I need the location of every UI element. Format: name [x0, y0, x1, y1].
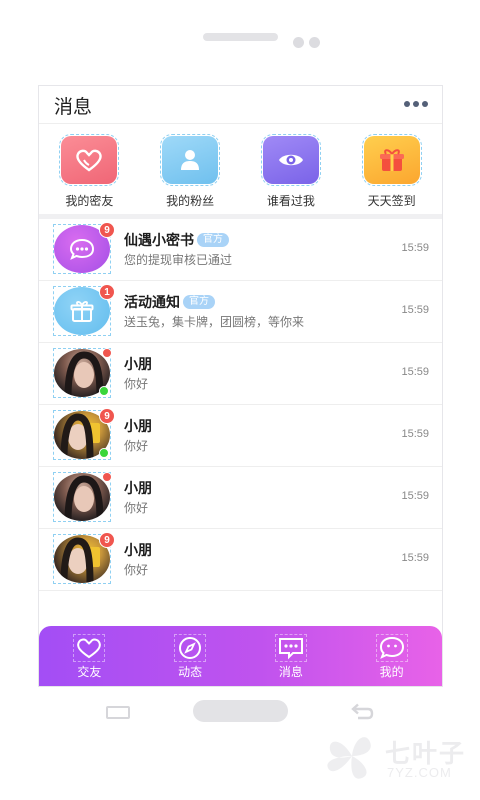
avatar: 9 [53, 532, 115, 584]
unread-badge: 9 [99, 222, 115, 238]
message-time: 15:59 [401, 366, 429, 378]
message-row[interactable]: 小朋 你好 15:59 [39, 343, 442, 405]
unread-badge: 9 [99, 408, 115, 424]
tab-moments[interactable]: 动态 [140, 626, 241, 686]
message-row[interactable]: 9 小朋 你好 15:59 [39, 529, 442, 591]
unread-dot [102, 348, 112, 358]
recent-apps-button[interactable] [106, 706, 130, 719]
chat-bubble-icon [274, 634, 307, 662]
person-icon [160, 134, 221, 186]
message-preview: 你好 [124, 501, 149, 515]
smile-bubble-icon [375, 634, 408, 662]
app-screen: 消息 我的密友 我的粉丝 谁看过我 天天签到 9 仙遇小密书 官方 您的提现审核… [38, 85, 443, 687]
phone-speaker [203, 33, 278, 41]
message-time: 15:59 [401, 304, 429, 316]
user-photo [54, 473, 110, 521]
message-preview: 你好 [124, 563, 149, 577]
tab-make-friends[interactable]: 交友 [39, 626, 140, 686]
tab-messages[interactable]: 消息 [241, 626, 342, 686]
message-preview: 您的提现审核已通过 [124, 253, 233, 267]
official-tag: 官方 [183, 295, 215, 309]
message-time: 15:59 [401, 490, 429, 502]
message-time: 15:59 [401, 242, 429, 254]
official-tag: 官方 [197, 233, 229, 247]
contact-name: 活动通知 官方 [124, 292, 215, 312]
quick-action-label: 我的粉丝 [166, 194, 215, 208]
watermark-url: 7YZ.COM [387, 765, 452, 780]
tab-profile[interactable]: 我的 [341, 626, 442, 686]
message-row[interactable]: 9 仙遇小密书 官方 您的提现审核已通过 15:59 [39, 219, 442, 281]
quick-action-label: 我的密友 [65, 194, 114, 208]
home-button[interactable] [193, 700, 288, 722]
phone-sensor [309, 37, 320, 48]
contact-name: 小朋 [124, 356, 152, 372]
quick-action-daily-checkin[interactable]: 天天签到 [341, 124, 442, 214]
contact-name: 小朋 [124, 480, 152, 496]
online-indicator [99, 386, 109, 396]
tab-label: 消息 [278, 665, 303, 679]
page-title: 消息 [54, 97, 93, 118]
back-arrow-icon[interactable] [349, 703, 375, 721]
quick-actions: 我的密友 我的粉丝 谁看过我 天天签到 [39, 124, 442, 214]
unread-dot [102, 472, 112, 482]
gift-box-icon [361, 134, 422, 186]
avatar [53, 472, 112, 522]
avatar: 9 [53, 408, 115, 460]
avatar: 1 [53, 284, 115, 336]
online-indicator [99, 448, 109, 458]
tab-label: 我的 [379, 665, 404, 679]
quick-action-close-friends[interactable]: 我的密友 [39, 124, 140, 214]
tab-label: 交友 [77, 665, 102, 679]
unread-badge: 1 [99, 284, 115, 300]
message-preview: 送玉兔，集卡牌，团圆榜，等你来 [124, 315, 305, 329]
heart-icon [59, 134, 120, 186]
contact-name: 小朋 [124, 418, 152, 434]
avatar [53, 348, 112, 398]
contact-name: 小朋 [124, 542, 152, 558]
message-preview: 你好 [124, 439, 149, 453]
unread-badge: 9 [99, 532, 115, 548]
phone-camera [293, 37, 304, 48]
message-time: 15:59 [401, 428, 429, 440]
message-row[interactable]: 9 小朋 你好 15:59 [39, 405, 442, 467]
quick-action-label: 谁看过我 [266, 194, 315, 208]
avatar: 9 [53, 222, 115, 274]
quick-action-label: 天天签到 [367, 194, 416, 208]
contact-name: 仙遇小密书 官方 [124, 230, 229, 250]
message-row[interactable]: 1 活动通知 官方 送玉兔，集卡牌，团圆榜，等你来 15:59 [39, 281, 442, 343]
message-row[interactable]: 小朋 你好 15:59 [39, 467, 442, 529]
more-options-icon[interactable] [404, 101, 428, 107]
bottom-tab-bar: 交友 动态 消息 我的 [39, 626, 442, 686]
message-preview: 你好 [124, 377, 149, 391]
message-time: 15:59 [401, 552, 429, 564]
quick-action-fans[interactable]: 我的粉丝 [140, 124, 241, 214]
quick-action-visitors[interactable]: 谁看过我 [241, 124, 342, 214]
heart-outline-icon [73, 634, 106, 662]
compass-icon [174, 634, 207, 662]
message-list: 9 仙遇小密书 官方 您的提现审核已通过 15:59 1 活动通知 官方 送玉兔，集… [39, 219, 442, 591]
page-header: 消息 [39, 86, 442, 124]
eye-icon [260, 134, 321, 186]
tab-label: 动态 [178, 665, 203, 679]
